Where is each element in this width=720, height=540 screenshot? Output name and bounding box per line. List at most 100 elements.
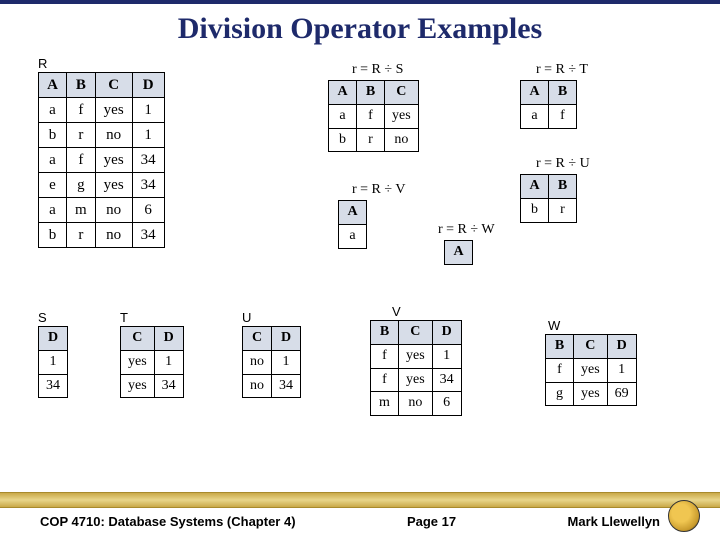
table-row: fyes34 [371,368,462,392]
cell: 34 [132,173,164,198]
table-row: afyes34 [39,148,165,173]
cell: no [95,123,132,148]
cell: f [357,104,385,128]
footer-center: Page 17 [407,514,456,529]
table-row: yes1 [121,350,184,374]
table-T: CDyes1yes34 [120,326,184,398]
cell: yes [121,350,155,374]
cell: 6 [132,198,164,223]
table-row: 34 [39,374,68,398]
col-header: C [95,73,132,98]
col-header: D [132,73,164,98]
cell: no [95,223,132,248]
table-row: fyes1 [371,344,462,368]
cell: yes [121,374,155,398]
col-header: A [39,73,67,98]
cell: yes [574,358,608,382]
cell: f [371,344,399,368]
cell: a [329,104,357,128]
cell: f [67,98,96,123]
table-ru: ABbr [520,174,577,223]
col-header: B [549,175,577,199]
page-title: Division Operator Examples [0,12,720,46]
cell: 1 [432,344,461,368]
col-header: C [574,335,608,359]
cell: b [39,223,67,248]
label-R: R [38,56,47,71]
col-header: D [607,335,636,359]
table-row: brno1 [39,123,165,148]
cell: 1 [39,350,68,374]
cell: e [39,173,67,198]
col-header: C [121,327,155,351]
cell: no [95,198,132,223]
cell: yes [95,98,132,123]
table-rv: Aa [338,200,367,249]
table-row: afyes [329,104,419,128]
table-row: af [521,104,577,128]
cell: r [549,198,577,222]
cell: f [546,358,574,382]
col-header: C [385,81,419,105]
table-row: no1 [243,350,301,374]
table-S: D134 [38,326,68,398]
col-header: B [371,321,399,345]
cell: r [357,128,385,152]
table-row: brno34 [39,223,165,248]
cell: yes [385,104,419,128]
table-U: CDno1no34 [242,326,301,398]
cell: yes [95,173,132,198]
col-header: B [546,335,574,359]
cell: 34 [39,374,68,398]
cell: 34 [432,368,461,392]
cell: g [546,382,574,406]
cell: yes [399,368,433,392]
footer-right: Mark Llewellyn [568,514,660,529]
cell: 1 [132,98,164,123]
cell: 34 [154,374,183,398]
col-header: C [243,327,272,351]
cell: 1 [154,350,183,374]
cell: a [39,98,67,123]
formula-rs: r = R ÷ S [352,62,403,78]
cell: b [329,128,357,152]
cell: 1 [272,350,301,374]
table-row: 1 [39,350,68,374]
cell: 69 [607,382,636,406]
table-row: fyes1 [546,358,637,382]
cell: no [243,374,272,398]
table-R: ABCDafyes1brno1afyes34egyes34amno6brno34 [38,72,165,248]
col-header: D [39,327,68,351]
cell: a [339,224,367,248]
cell: b [39,123,67,148]
table-row: egyes34 [39,173,165,198]
formula-rv: r = R ÷ V [352,182,405,198]
formula-rw: r = R ÷ W [438,222,495,238]
slide-content: R ABCDafyes1brno1afyes34egyes34amno6brno… [0,56,720,486]
table-rs: ABCafyesbrno [328,80,419,152]
col-header: B [549,81,577,105]
table-row: a [339,224,367,248]
cell: f [67,148,96,173]
cell: a [39,148,67,173]
cell: no [399,392,433,416]
col-header: A [445,241,473,265]
table-V: BCDfyes1fyes34mno6 [370,320,462,416]
table-row: afyes1 [39,98,165,123]
cell: 34 [132,148,164,173]
cell: g [67,173,96,198]
label-T: T [120,310,128,325]
cell: m [67,198,96,223]
table-row: mno6 [371,392,462,416]
table-row: brno [329,128,419,152]
cell: 1 [607,358,636,382]
label-W: W [548,318,560,333]
cell: f [549,104,577,128]
cell: m [371,392,399,416]
col-header: D [272,327,301,351]
footer: COP 4710: Database Systems (Chapter 4) P… [0,492,720,540]
col-header: D [154,327,183,351]
label-V: V [392,304,401,319]
cell: a [39,198,67,223]
cell: 34 [272,374,301,398]
